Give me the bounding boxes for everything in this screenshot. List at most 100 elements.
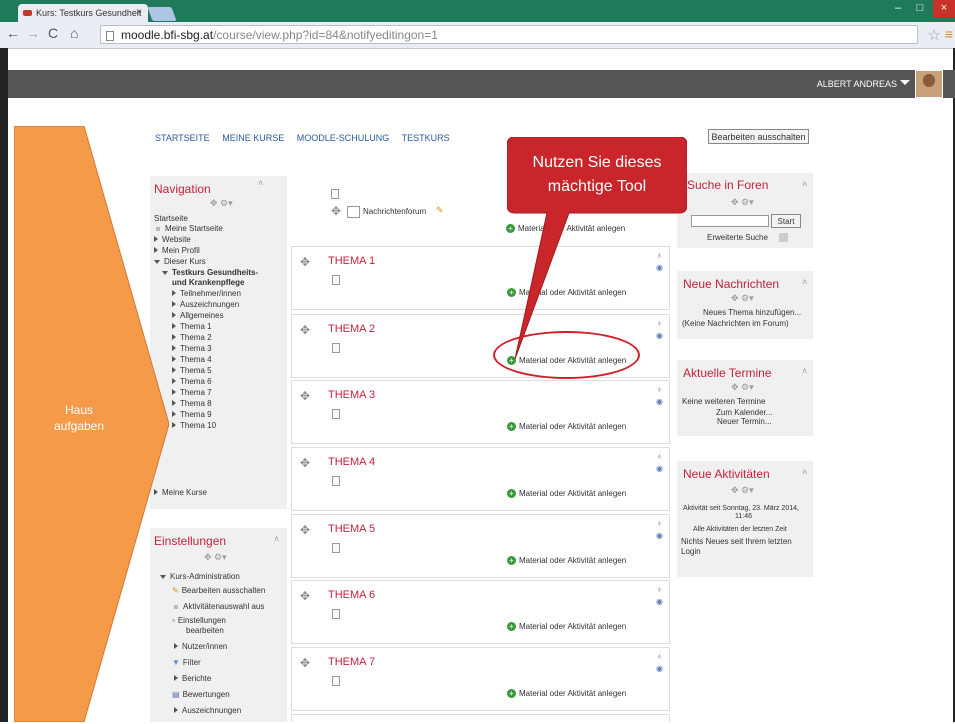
close-window-icon[interactable]: × — [933, 0, 955, 18]
collapse-icon[interactable]: ˄ — [258, 178, 263, 188]
collapse-icon[interactable]: ˄ — [802, 277, 807, 287]
nav-item[interactable]: Thema 3 — [172, 344, 212, 353]
move-icon[interactable]: ✥ — [300, 323, 310, 337]
calendar-link[interactable]: Zum Kalender... — [716, 408, 772, 417]
move-gear-icon[interactable]: ✥ ⚙▾ — [731, 197, 754, 208]
nav-item[interactable]: Thema 1 — [172, 322, 212, 331]
settings-item[interactable]: ▤ Bewertungen — [172, 690, 230, 699]
nav-item[interactable]: Thema 8 — [172, 399, 212, 408]
collapse-icon[interactable]: ˄ — [274, 534, 279, 544]
nav-item[interactable]: Thema 9 — [172, 410, 212, 419]
section-title[interactable]: THEMA 6 — [328, 589, 375, 601]
move-icon[interactable]: ✥ — [300, 255, 310, 269]
minimize-icon[interactable]: – — [887, 0, 909, 18]
settings-item[interactable]: ✎ Bearbeiten ausschalten — [172, 586, 265, 595]
breadcrumb-moodle-schulung[interactable]: MOODLE-SCHULUNG — [297, 133, 390, 143]
settings-item[interactable]: Berichte — [174, 674, 211, 683]
move-icon[interactable]: ✥ — [300, 589, 310, 603]
settings-item[interactable]: ▼ Filter — [172, 658, 201, 667]
forward-icon[interactable]: → — [26, 25, 40, 41]
all-activities-link[interactable]: Alle Aktivitäten der letzten Zeit — [693, 526, 787, 533]
add-activity-link[interactable]: + Material oder Aktivität anlegen — [507, 622, 626, 632]
nav-item[interactable]: Thema 5 — [172, 366, 212, 375]
move-gear-icon[interactable]: ✥ ⚙▾ — [731, 293, 754, 304]
forum-link[interactable]: Nachrichtenforum — [363, 207, 426, 216]
section-title[interactable]: THEMA 7 — [328, 656, 375, 668]
move-gear-icon[interactable]: ✥ ⚙▾ — [731, 485, 754, 496]
move-icon[interactable]: ✥ — [300, 656, 310, 670]
move-gear-icon[interactable]: ✥ ⚙▾ — [731, 382, 754, 393]
add-activity-link[interactable]: + Material oder Aktivität anlegen — [507, 422, 626, 432]
nav-item[interactable]: Thema 2 — [172, 333, 212, 342]
move-icon[interactable]: ✥ — [300, 389, 310, 403]
chevron-down-icon[interactable] — [900, 80, 910, 85]
eye-icon[interactable]: ◉ — [656, 664, 663, 673]
new-event-link[interactable]: Neuer Termin... — [717, 417, 772, 426]
section-title[interactable]: THEMA 2 — [328, 323, 375, 335]
reload-icon[interactable]: C — [48, 25, 58, 41]
move-icon[interactable]: ✥ — [300, 523, 310, 537]
lightbulb-icon[interactable]: ♁ — [656, 584, 663, 594]
collapse-icon[interactable]: ˄ — [802, 467, 807, 477]
eye-icon[interactable]: ◉ — [656, 531, 663, 540]
browser-tab[interactable]: Kurs: Testkurs Gesundheit × — [18, 4, 148, 22]
edit-toggle-button[interactable]: Bearbeiten ausschalten — [708, 129, 809, 144]
section-title[interactable]: THEMA 3 — [328, 389, 375, 401]
edit-icon[interactable]: ✎ — [436, 205, 444, 216]
lightbulb-icon[interactable]: ♁ — [656, 384, 663, 394]
add-activity-link[interactable]: + Material oder Aktivität anlegen — [507, 489, 626, 499]
search-input[interactable] — [691, 215, 769, 227]
section-title[interactable]: THEMA 1 — [328, 255, 375, 267]
course-section: ✥ THEMA 4 + Material oder Aktivität anleg… — [291, 447, 670, 511]
menu-icon[interactable]: ≡ — [945, 26, 953, 42]
settings-item[interactable]: Auszeichnungen — [174, 706, 241, 715]
section-title[interactable]: THEMA 5 — [328, 523, 375, 535]
eye-icon[interactable]: ◉ — [656, 464, 663, 473]
advanced-search-link[interactable]: Erweiterte Suche — [707, 233, 768, 242]
new-tab-button[interactable] — [147, 7, 177, 21]
settings-item[interactable]: Nutzer/innen — [174, 642, 227, 651]
collapse-icon[interactable]: ˄ — [802, 366, 807, 376]
section-title[interactable]: THEMA 4 — [328, 456, 375, 468]
lightbulb-icon[interactable]: ♁ — [656, 518, 663, 528]
settings-item[interactable]: Kurs-Administration — [160, 572, 240, 581]
bookmark-star-icon[interactable]: ☆ — [928, 26, 941, 44]
lightbulb-icon[interactable]: ♁ — [656, 451, 663, 461]
breadcrumb-testkurs[interactable]: TESTKURS — [402, 133, 450, 143]
add-topic-link[interactable]: Neues Thema hinzufügen... — [703, 308, 801, 317]
tab-title: Kurs: Testkurs Gesundheit — [36, 8, 142, 18]
maximize-icon[interactable]: □ — [909, 0, 931, 18]
nav-item[interactable]: Thema 7 — [172, 388, 212, 397]
add-activity-link[interactable]: + Material oder Aktivität anlegen — [507, 556, 626, 566]
nav-item[interactable]: Thema 6 — [172, 377, 212, 386]
move-gear-icon[interactable]: ✥ ⚙▾ — [204, 552, 227, 563]
address-bar[interactable]: moodle.bfi-sbg.at/course/view.php?id=84&… — [100, 25, 918, 44]
lightbulb-icon[interactable]: ♁ — [656, 651, 663, 661]
search-button[interactable]: Start — [771, 214, 801, 228]
move-icon[interactable]: ✥ — [331, 204, 341, 218]
expand-icon — [172, 411, 176, 417]
back-icon[interactable]: ← — [6, 25, 20, 41]
nav-item[interactable]: Teilnehmer/innen — [172, 289, 241, 298]
add-icon: + — [507, 489, 516, 499]
move-icon[interactable]: ✥ — [300, 456, 310, 470]
eye-icon[interactable]: ◉ — [656, 397, 663, 406]
nav-item[interactable]: Thema 10 — [172, 421, 216, 430]
eye-icon[interactable]: ◉ — [656, 597, 663, 606]
avatar[interactable] — [915, 70, 943, 98]
settings-item[interactable]: Aktivitätenauswahl aus — [174, 602, 264, 611]
user-menu[interactable]: ALBERT ANDREAS — [817, 79, 897, 89]
home-icon[interactable]: ⌂ — [70, 25, 78, 41]
nav-item[interactable]: Auszeichnungen — [172, 300, 239, 309]
breadcrumb-meine-kurse[interactable]: MEINE KURSE — [222, 133, 284, 143]
nav-item[interactable]: Allgemeines — [172, 311, 224, 320]
add-activity-link[interactable]: + Material oder Aktivität anlegen — [507, 689, 626, 699]
move-gear-icon[interactable]: ✥ ⚙▾ — [210, 198, 233, 209]
nav-item[interactable]: Testkurs Gesundheits- — [162, 268, 258, 277]
help-icon[interactable] — [779, 233, 788, 242]
settings-item[interactable]: ▫ Einstellungen — [172, 616, 226, 625]
nav-item[interactable]: Thema 4 — [172, 355, 212, 364]
collapse-icon[interactable]: ˄ — [802, 179, 807, 189]
callout-line2: mächtige Tool — [547, 178, 647, 195]
close-tab-icon[interactable]: × — [136, 4, 142, 22]
